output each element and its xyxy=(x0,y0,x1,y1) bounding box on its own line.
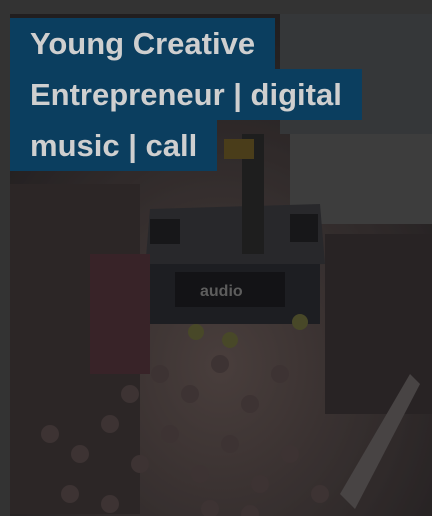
news-card[interactable]: audio Young Creative Entrepreneur | digi… xyxy=(0,0,432,516)
title-line-3: music | call xyxy=(10,120,218,171)
title-line-2: Entrepreneur | digital xyxy=(10,69,362,120)
title-line-1: Young Creative xyxy=(10,18,276,69)
